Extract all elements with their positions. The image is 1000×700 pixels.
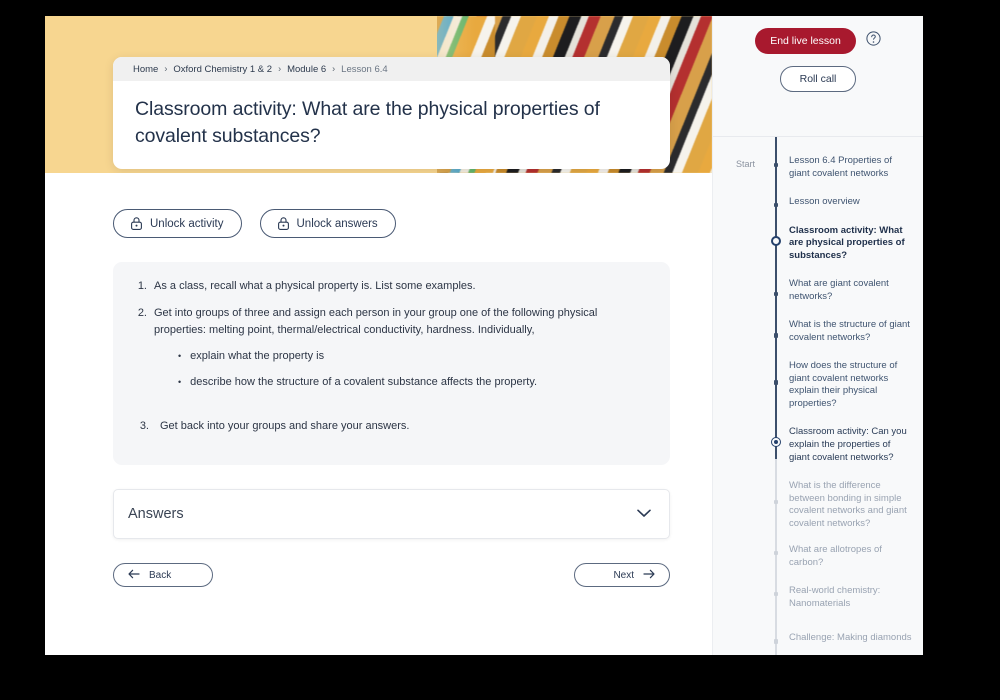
timeline-dot xyxy=(771,330,781,340)
lesson-timeline: Start Lesson 6.4 Properties of giant cov… xyxy=(713,137,923,655)
lock-icon xyxy=(277,217,289,230)
breadcrumb-item-home[interactable]: Home xyxy=(133,64,158,75)
timeline-dot-selected xyxy=(771,437,781,448)
unlock-button-row: Unlock activity Unlock answers xyxy=(45,173,712,238)
answers-accordion[interactable]: Answers xyxy=(113,489,670,540)
breadcrumb: Home › Oxford Chemistry 1 & 2 › Module 6… xyxy=(113,57,670,81)
timeline-dot-current xyxy=(771,235,781,246)
back-label: Back xyxy=(149,569,172,581)
timeline-item-6[interactable]: How does the structure of giant covalent… xyxy=(713,360,923,410)
back-button[interactable]: Back xyxy=(113,563,213,588)
timeline-item-label: Challenge: Making diamonds xyxy=(789,632,912,644)
step-text-body: Get into groups of three and assign each… xyxy=(154,307,598,337)
timeline-item-label: What is the difference between bonding i… xyxy=(789,480,907,529)
instruction-sublist: • explain what the property is • describ… xyxy=(178,348,648,391)
timeline-item-10[interactable]: Real-world chemistry: Nanomaterials xyxy=(713,585,923,610)
timeline-item-label: Real-world chemistry: Nanomaterials xyxy=(789,585,881,609)
timeline-dot xyxy=(771,200,781,210)
timeline-item-label: What are giant covalent networks? xyxy=(789,278,889,302)
timeline-item-11[interactable]: Challenge: Making diamonds xyxy=(713,632,923,645)
timeline-dot xyxy=(771,289,781,299)
chevron-right-icon: › xyxy=(164,63,168,74)
instruction-step: 1. As a class, recall what a physical pr… xyxy=(135,278,648,295)
sidebar-header: End live lesson Roll call xyxy=(713,16,923,137)
timeline-item-8[interactable]: What is the difference between bonding i… xyxy=(713,480,923,530)
timeline-start-label: Start xyxy=(736,159,756,169)
page-title: Classroom activity: What are the physica… xyxy=(135,98,600,147)
sidebar-header-row: End live lesson xyxy=(755,28,881,54)
timeline-dot xyxy=(771,589,781,599)
timeline-dot xyxy=(771,636,781,646)
roll-call-button[interactable]: Roll call xyxy=(779,66,857,92)
arrow-right-icon xyxy=(643,569,655,582)
help-icon[interactable] xyxy=(866,31,881,51)
timeline-item-5[interactable]: What is the structure of giant covalent … xyxy=(713,319,923,344)
bullet-icon: • xyxy=(178,377,182,388)
instruction-step: 3. Get back into your groups and share y… xyxy=(135,418,648,435)
step-text: Get into groups of three and assign each… xyxy=(154,305,648,400)
app-window: Home › Oxford Chemistry 1 & 2 › Module 6… xyxy=(45,16,923,655)
instruction-step: 2. Get into groups of three and assign e… xyxy=(135,305,648,400)
breadcrumb-item-course[interactable]: Oxford Chemistry 1 & 2 xyxy=(173,64,272,75)
chevron-right-icon: › xyxy=(278,63,282,74)
timeline-item-3-current[interactable]: Classroom activity: What are physical pr… xyxy=(713,225,923,263)
timeline-item-label: How does the structure of giant covalent… xyxy=(789,360,898,409)
timeline-item-2[interactable]: Lesson overview xyxy=(713,196,923,209)
timeline-item-9[interactable]: What are allotropes of carbon? xyxy=(713,544,923,569)
breadcrumb-item-module[interactable]: Module 6 xyxy=(287,64,326,75)
activity-instructions: 1. As a class, recall what a physical pr… xyxy=(113,262,670,466)
chevron-down-icon[interactable] xyxy=(637,505,651,523)
timeline-dot xyxy=(771,160,781,170)
lesson-sidebar: End live lesson Roll call Start Lesson 6… xyxy=(712,16,923,655)
timeline-item-4[interactable]: What are giant covalent networks? xyxy=(713,278,923,303)
timeline-item-label: Lesson 6.4 Properties of giant covalent … xyxy=(789,155,892,179)
timeline-dot xyxy=(771,377,781,387)
end-live-lesson-button[interactable]: End live lesson xyxy=(755,28,856,54)
timeline-dot xyxy=(771,497,781,507)
step-number: 3. xyxy=(139,420,149,433)
breadcrumb-item-lesson[interactable]: Lesson 6.4 xyxy=(341,64,387,75)
lesson-main-panel: Home › Oxford Chemistry 1 & 2 › Module 6… xyxy=(45,16,712,655)
step-text: As a class, recall what a physical prope… xyxy=(154,280,476,292)
step-number: 1. xyxy=(137,280,147,292)
sub-list-item: • describe how the structure of a covale… xyxy=(178,374,648,391)
bullet-icon: • xyxy=(178,351,182,362)
step-number: 2. xyxy=(137,307,147,320)
unlock-activity-button[interactable]: Unlock activity xyxy=(113,209,242,238)
answers-label: Answers xyxy=(128,506,184,523)
sub-item-text: explain what the property is xyxy=(190,350,325,363)
next-label: Next xyxy=(613,569,634,581)
timeline-item-7-active[interactable]: Classroom activity: Can you explain the … xyxy=(713,426,923,464)
next-button[interactable]: Next xyxy=(574,563,670,588)
timeline-item-label: Lesson overview xyxy=(789,196,860,208)
unlock-activity-label: Unlock activity xyxy=(150,217,224,230)
sub-item-text: describe how the structure of a covalent… xyxy=(190,376,538,389)
step-text: Get back into your groups and share your… xyxy=(160,420,410,433)
timeline-item-label: Classroom activity: Can you explain the … xyxy=(789,426,907,463)
timeline-item-label: What are allotropes of carbon? xyxy=(789,544,882,568)
lesson-navigation: Back Next xyxy=(113,563,670,588)
timeline-item-1[interactable]: Start Lesson 6.4 Properties of giant cov… xyxy=(713,155,923,180)
lesson-title-card: Home › Oxford Chemistry 1 & 2 › Module 6… xyxy=(113,57,670,169)
unlock-answers-label: Unlock answers xyxy=(296,217,378,230)
instruction-list: 1. As a class, recall what a physical pr… xyxy=(135,278,648,435)
chevron-right-icon: › xyxy=(332,63,336,74)
lock-icon xyxy=(131,217,142,230)
sub-list-item: • explain what the property is xyxy=(178,348,648,365)
arrow-left-icon xyxy=(128,569,140,582)
hero-banner: Home › Oxford Chemistry 1 & 2 › Module 6… xyxy=(45,16,712,173)
unlock-answers-button[interactable]: Unlock answers xyxy=(259,209,396,238)
timeline-item-label: Classroom activity: What are physical pr… xyxy=(789,224,905,261)
timeline-dot xyxy=(771,548,781,558)
timeline-item-label: What is the structure of giant covalent … xyxy=(789,319,910,343)
